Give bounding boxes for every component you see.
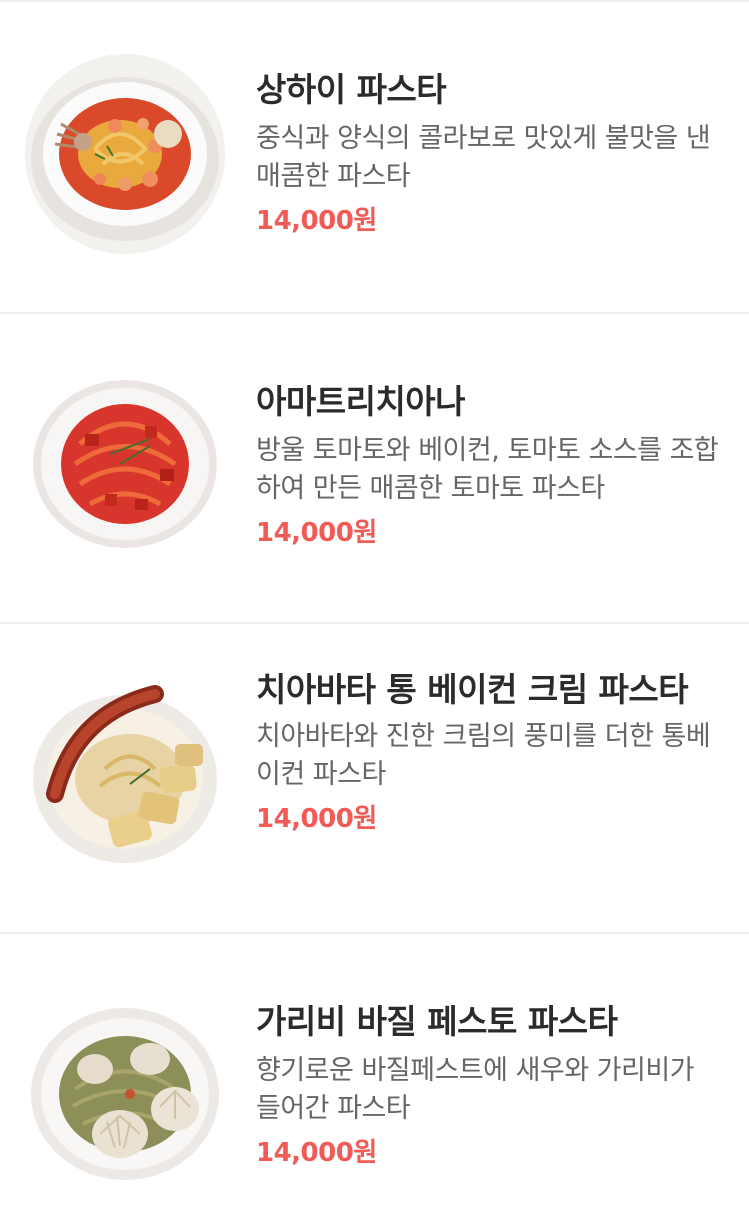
- menu-item-description: 중식과 양식의 콜라보로 맛있게 불맛을 낸 매콤한 파스타: [256, 123, 711, 192]
- menu-item-price: 14,000원: [256, 1138, 377, 1168]
- menu-item-ciabatta-bacon-cream-pasta[interactable]: 치아바타 통 베이컨 크림 파스타 치아바타와 진한 크림의 풍미를 더한 통베…: [0, 624, 749, 934]
- menu-item-description: 방울 토마토와 베이컨, 토마토 소스를 조합하여 만든 매콤한 토마토 파스타: [256, 435, 719, 504]
- menu-item-name: 상하이 파스타: [256, 70, 447, 109]
- menu-item-scallop-basil-pesto-pasta[interactable]: 가리비 바질 페스토 파스타 향기로운 바질페스트에 새우와 가리비가 들어간 …: [0, 934, 749, 1217]
- menu-item-shanghai-pasta[interactable]: 상하이 파스타 중식과 양식의 콜라보로 맛있게 불맛을 낸 매콤한 파스타 1…: [0, 2, 749, 314]
- menu-item-name: 가리비 바질 페스토 파스타: [256, 1002, 618, 1041]
- menu-item-price: 14,000원: [256, 518, 377, 548]
- menu-item-amatriciana[interactable]: 아마트리치아나 방울 토마토와 베이컨, 토마토 소스를 조합하여 만든 매콤한…: [0, 314, 749, 624]
- menu-item-description: 향기로운 바질페스트에 새우와 가리비가 들어간 파스타: [256, 1055, 695, 1124]
- menu-list: 상하이 파스타 중식과 양식의 콜라보로 맛있게 불맛을 낸 매콤한 파스타 1…: [0, 0, 749, 1215]
- scallop-basil-pesto-pasta-photo: [25, 994, 225, 1194]
- ciabatta-bacon-cream-pasta-photo: [25, 674, 225, 874]
- menu-item-price: 14,000원: [256, 804, 377, 834]
- menu-item-description: 치아바타와 진한 크림의 풍미를 더한 통베이컨 파스타: [256, 721, 711, 790]
- menu-item-name: 아마트리치아나: [256, 382, 466, 421]
- menu-item-price: 14,000원: [256, 206, 377, 236]
- amatriciana-pasta-photo: [25, 364, 225, 564]
- shanghai-pasta-photo: [25, 54, 225, 254]
- menu-item-name: 치아바타 통 베이컨 크림 파스타: [256, 670, 689, 709]
